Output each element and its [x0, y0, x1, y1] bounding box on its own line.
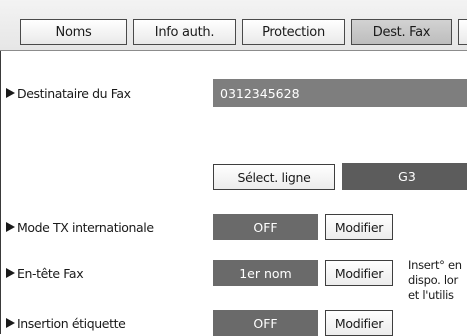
- note-line: dispo. lor: [408, 273, 458, 287]
- intl-tx-mode-modify-button[interactable]: Modifier: [325, 214, 393, 240]
- fax-destination-field[interactable]: 0312345628: [213, 79, 467, 107]
- fax-header-modify-button[interactable]: Modifier: [325, 260, 393, 286]
- label-insertion-label-text: Insertion étiquette: [17, 315, 126, 331]
- tab-protection[interactable]: Protection: [242, 19, 345, 45]
- fax-header-label: En-tête Fax: [6, 263, 84, 283]
- tab-info-auth[interactable]: Info auth.: [133, 19, 236, 45]
- label-insertion-value: OFF: [213, 310, 318, 336]
- fax-destination-value: 0312345628: [220, 85, 300, 101]
- fax-destination-label-text: Destinataire du Fax: [17, 85, 131, 101]
- intl-tx-mode-label: Mode TX internationale: [6, 217, 154, 237]
- label-insertion-label: Insertion étiquette: [6, 313, 126, 333]
- intl-tx-mode-label-text: Mode TX internationale: [17, 219, 154, 235]
- tab-noms[interactable]: Noms: [20, 19, 127, 45]
- note-line: et l'utilis: [408, 288, 454, 302]
- note-line: Insert° en: [408, 258, 462, 272]
- intl-tx-mode-value: OFF: [213, 214, 318, 240]
- line-value: G3: [342, 163, 467, 190]
- tab-next[interactable]: [458, 19, 467, 45]
- triangle-bullet-icon: [6, 88, 15, 98]
- fax-header-note: Insert° en dispo. lor et l'utilis: [408, 258, 467, 303]
- triangle-bullet-icon: [6, 268, 15, 278]
- tab-dest-fax[interactable]: Dest. Fax: [351, 19, 452, 45]
- select-line-button[interactable]: Sélect. ligne: [213, 164, 335, 190]
- label-insertion-modify-button[interactable]: Modifier: [325, 310, 393, 336]
- fax-header-label-text: En-tête Fax: [17, 265, 84, 281]
- tab-bar: Noms Info auth. Protection Dest. Fax: [0, 0, 467, 51]
- triangle-bullet-icon: [6, 222, 15, 232]
- fax-destination-label: Destinataire du Fax: [6, 83, 131, 103]
- fax-header-value: 1er nom: [213, 260, 318, 286]
- triangle-bullet-icon: [6, 318, 15, 328]
